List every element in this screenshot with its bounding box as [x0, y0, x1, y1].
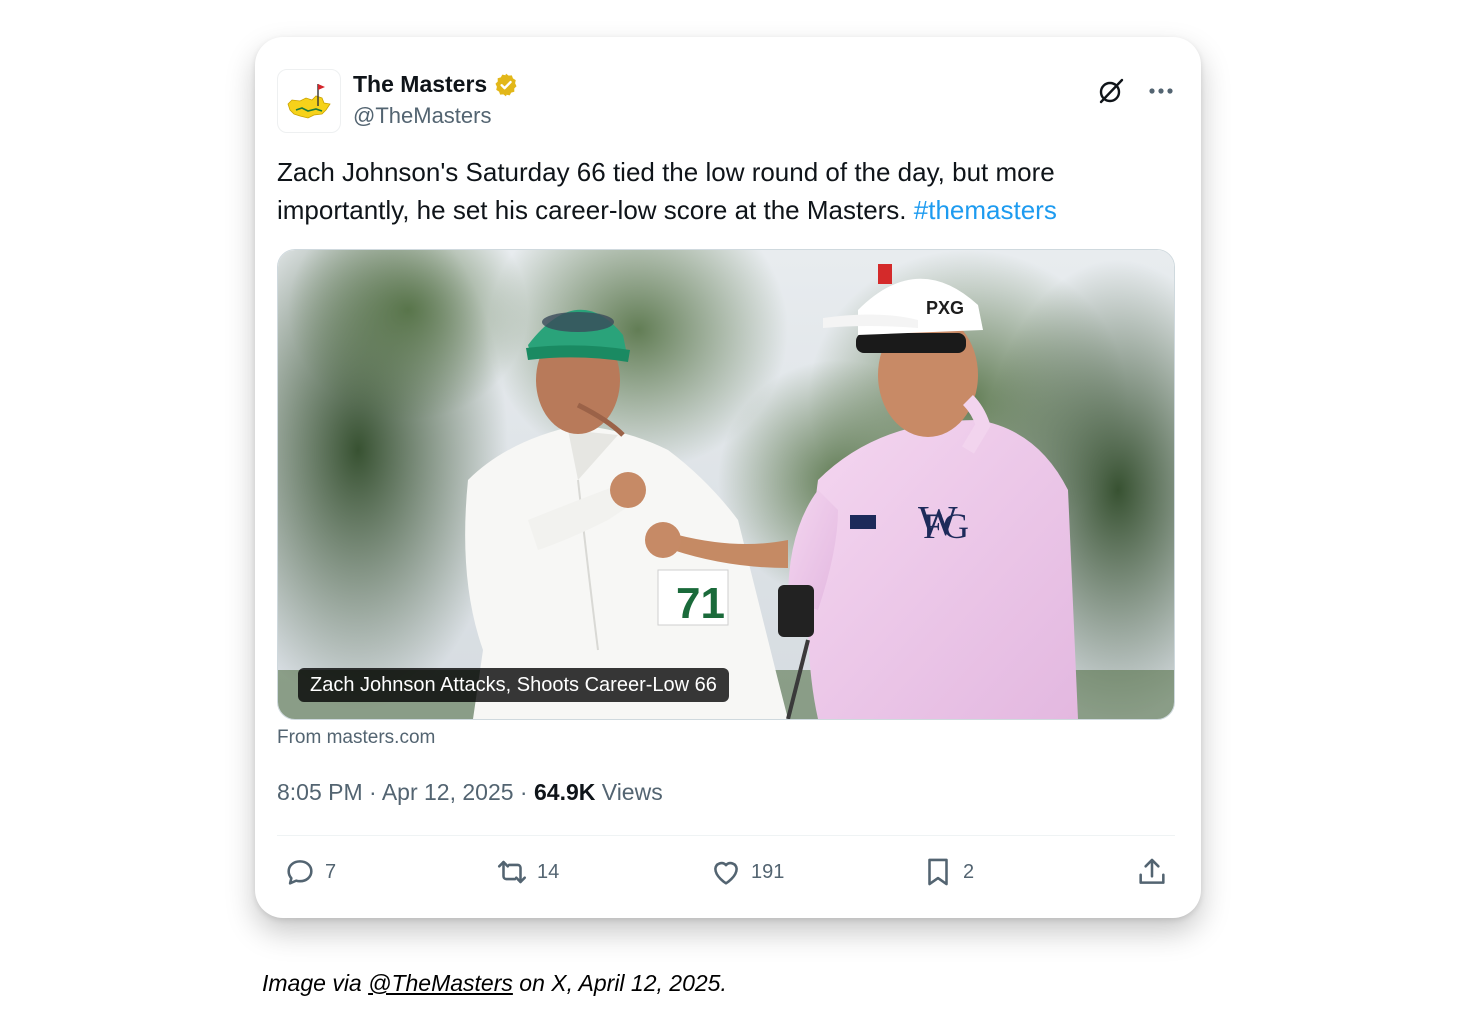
image-credit: Image via @TheMasters on X, April 12, 20…: [262, 970, 727, 997]
media-caption: Zach Johnson Attacks, Shoots Career-Low …: [298, 668, 729, 702]
tweet-date[interactable]: Apr 12, 2025: [382, 779, 514, 805]
heart-icon: [714, 861, 738, 885]
more-icon: [1149, 88, 1173, 94]
grok-button[interactable]: [1093, 73, 1129, 109]
meta-separator-2: ·: [513, 779, 534, 805]
credit-link[interactable]: @TheMasters: [368, 970, 513, 996]
media-card[interactable]: 71 W FG PXG Zach Johnson Attacks, Shoots…: [277, 249, 1175, 720]
svg-text:71: 71: [676, 579, 725, 628]
repost-button[interactable]: 14: [495, 855, 559, 889]
credit-suffix: on X, April 12, 2025.: [512, 970, 727, 996]
tweet-meta: 8:05 PM · Apr 12, 2025 · 64.9K Views: [277, 779, 663, 806]
author-name-row[interactable]: The Masters: [353, 71, 519, 98]
author-name[interactable]: The Masters: [353, 71, 487, 98]
svg-text:PXG: PXG: [926, 298, 964, 318]
bookmark-button[interactable]: 2: [921, 855, 974, 889]
reply-count: 7: [325, 860, 337, 883]
like-button[interactable]: 191: [709, 855, 784, 889]
more-button[interactable]: [1143, 73, 1179, 109]
tweet-card: The Masters @TheMasters Zach Johnson's S…: [255, 37, 1201, 918]
share-icon: [1139, 858, 1165, 884]
reply-icon: [287, 860, 313, 885]
tweet-time[interactable]: 8:05 PM: [277, 779, 363, 805]
svg-text:FG: FG: [923, 506, 969, 546]
author-handle[interactable]: @TheMasters: [353, 103, 491, 129]
divider: [277, 835, 1175, 836]
views-label[interactable]: Views: [602, 779, 663, 805]
credit-prefix: Image via: [262, 970, 369, 996]
repost-icon: [497, 860, 527, 884]
golf-photo: 71 W FG PXG: [278, 250, 1174, 719]
verified-badge-icon: [493, 72, 519, 98]
share-button[interactable]: [1135, 855, 1169, 889]
meta-separator: ·: [362, 779, 382, 805]
masters-logo-icon: [287, 84, 331, 119]
tweet-text: Zach Johnson's Saturday 66 tied the low …: [277, 153, 1157, 229]
views-count[interactable]: 64.9K: [534, 779, 595, 805]
media-source[interactable]: From masters.com: [277, 727, 435, 749]
grok-icon: [1099, 78, 1124, 104]
bookmark-count: 2: [963, 860, 975, 883]
avatar[interactable]: [277, 69, 341, 133]
repost-count: 14: [537, 860, 560, 883]
reply-button[interactable]: 7: [283, 855, 336, 889]
bookmark-icon: [928, 858, 948, 886]
like-count: 191: [751, 860, 785, 883]
hashtag-link[interactable]: #themasters: [914, 195, 1057, 225]
